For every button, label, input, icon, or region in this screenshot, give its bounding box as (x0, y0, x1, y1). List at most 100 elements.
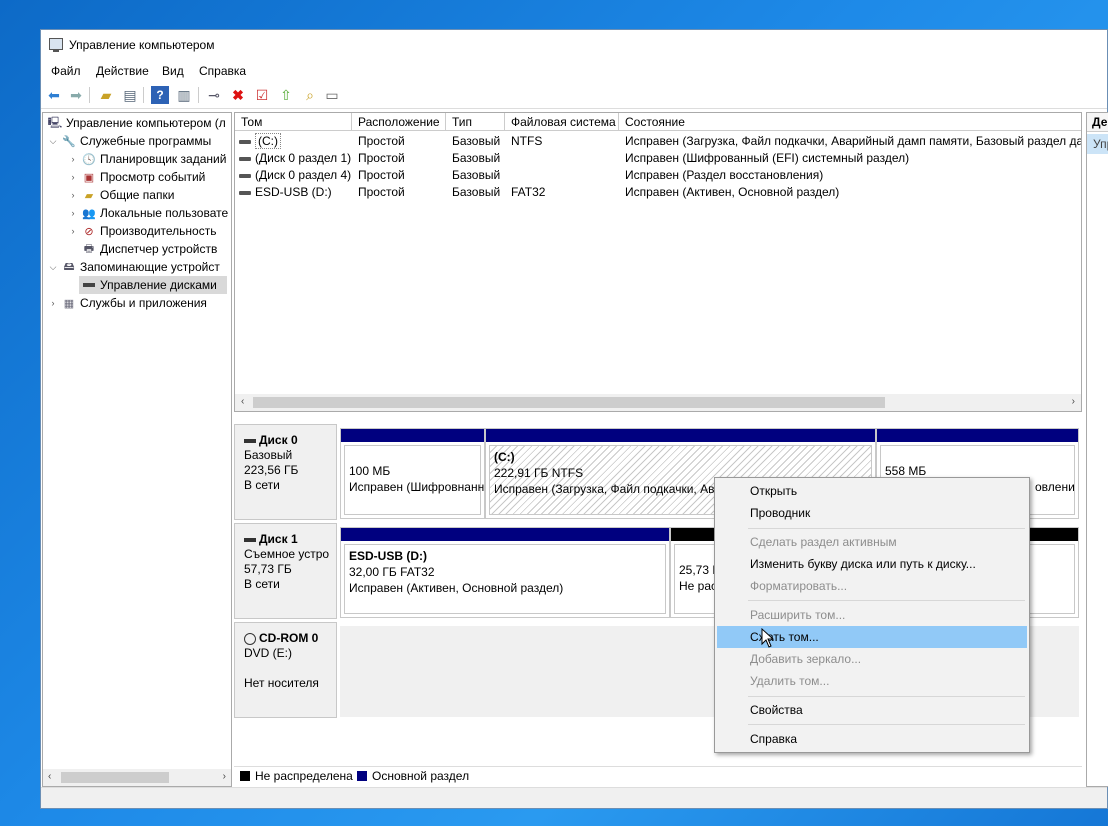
toolbar: ⬅ ➡ ▰ ▤ ? ▥ ⊸ ✖ ☑ ⇧ ⌕ ▭ (41, 81, 1107, 109)
menu-view[interactable]: Вид (162, 64, 184, 78)
list-horizontal-scrollbar[interactable]: ‹ › (235, 394, 1081, 411)
cell-layout: Простой (358, 168, 405, 182)
tree-item-computer-management[interactable]: 🖳 Управление компьютером (л (45, 114, 226, 132)
menu-item-help[interactable]: Справка (717, 728, 1027, 750)
chevron-down-icon[interactable]: ⌵ (47, 262, 59, 273)
table-row[interactable]: ESD-USB (D:) (239, 184, 351, 201)
cd-icon (244, 632, 256, 645)
tree-item-disk-management[interactable]: Управление дисками (79, 276, 227, 294)
chevron-right-icon[interactable]: › (67, 154, 79, 164)
scroll-right-icon[interactable]: › (1072, 396, 1075, 407)
tree-item-local-users[interactable]: › 👥 Локальные пользовате (67, 204, 229, 222)
actions-item[interactable]: Упр (1087, 134, 1108, 154)
tree-item-services-apps[interactable]: › ▦ Службы и приложения (47, 294, 207, 312)
table-row[interactable]: (Диск 0 раздел 4) (239, 167, 351, 184)
cell-status: Исправен (Раздел восстановления) (625, 168, 824, 182)
check-icon[interactable]: ☑ (253, 86, 271, 104)
column-header-status[interactable]: Состояние (619, 113, 1081, 131)
scroll-right-icon[interactable]: › (223, 771, 226, 782)
menu-item-open[interactable]: Открыть (717, 480, 1027, 502)
menu-item-explorer[interactable]: Проводник (717, 502, 1027, 524)
device-icon: 🖶 (83, 242, 95, 255)
chevron-down-icon[interactable]: ⌵ (47, 136, 59, 147)
table-row[interactable]: (Диск 0 раздел 1) (239, 150, 351, 167)
tree-item-system-tools[interactable]: ⌵ 🔧 Служебные программы (47, 132, 212, 150)
disk-0-label[interactable]: Диск 0 Базовый 223,56 ГБ В сети (234, 424, 337, 520)
cell-layout: Простой (358, 134, 405, 148)
help-icon[interactable]: ? (151, 86, 169, 104)
cell-layout: Простой (358, 151, 405, 165)
menu-help[interactable]: Справка (199, 64, 246, 78)
tree-item-performance[interactable]: › ⊘ Производительность (67, 222, 217, 240)
legend-unallocated-label: Не распределена (255, 769, 353, 783)
services-icon: ▦ (63, 297, 75, 310)
cdrom-0-label[interactable]: CD-ROM 0 DVD (E:) Нет носителя (234, 622, 337, 718)
partition-efi[interactable]: 100 МБ Исправен (Шифровнанн (340, 428, 485, 519)
tree-item-label: Управление компьютером (л (66, 116, 226, 130)
partition-esd-usb[interactable]: ESD-USB (D:) 32,00 ГБ FAT32 Исправен (Ак… (340, 527, 670, 618)
disk-type: Базовый (244, 448, 293, 462)
computer-management-icon (49, 38, 63, 52)
chevron-right-icon[interactable]: › (47, 298, 59, 308)
disk-status: В сети (244, 577, 280, 591)
column-header-volume[interactable]: Том (235, 113, 352, 131)
tree-item-storage[interactable]: ⌵ 🖴 Запоминающие устройст (47, 258, 220, 276)
column-header-type[interactable]: Тип (446, 113, 505, 131)
menu-action[interactable]: Действие (96, 64, 149, 78)
drive-icon (239, 139, 251, 144)
disk-icon (81, 278, 97, 292)
show-tree-icon[interactable]: ▤ (121, 86, 139, 104)
partition-body: 100 МБ Исправен (Шифровнанн (344, 445, 484, 515)
menu-item-properties[interactable]: Свойства (717, 699, 1027, 721)
column-header-layout[interactable]: Расположение (352, 113, 446, 131)
scroll-left-icon[interactable]: ‹ (241, 396, 244, 407)
tree-item-label: Управление дисками (100, 278, 217, 292)
back-arrow-icon[interactable]: ⬅ (45, 86, 63, 104)
legend-primary-label: Основной раздел (372, 769, 470, 783)
disk-type: DVD (E:) (244, 646, 292, 660)
legend-primary-swatch (357, 771, 367, 781)
menu-separator (748, 528, 1025, 529)
chevron-right-icon[interactable]: › (67, 208, 79, 218)
action-pane-icon[interactable]: ▥ (175, 86, 193, 104)
chevron-right-icon[interactable]: › (67, 226, 79, 236)
tree-item-task-scheduler[interactable]: › 🕓 Планировщик заданий (67, 150, 227, 168)
chevron-right-icon[interactable]: › (67, 190, 79, 200)
tree-item-label: Просмотр событий (100, 170, 206, 184)
mouse-cursor-icon (761, 628, 775, 648)
properties-icon[interactable]: ▭ (323, 86, 341, 104)
disk-icon (244, 537, 256, 542)
search-folder-icon[interactable]: ⌕ (301, 86, 319, 104)
tree-item-label: Диспетчер устройств (100, 242, 218, 256)
menu-item-add-mirror[interactable]: Добавить зеркало... (717, 648, 1027, 670)
scrollbar-thumb[interactable] (253, 397, 885, 408)
tree-horizontal-scrollbar[interactable]: ‹ › (43, 769, 231, 786)
scrollbar-thumb[interactable] (61, 772, 169, 783)
tree-item-device-manager[interactable]: 🖶 Диспетчер устройств (79, 240, 218, 258)
menu-item-mark-active[interactable]: Сделать раздел активным (717, 531, 1027, 553)
disk-status: Нет носителя (244, 676, 319, 690)
scroll-left-icon[interactable]: ‹ (48, 771, 51, 782)
disk-1-label[interactable]: Диск 1 Съемное устро 57,73 ГБ В сети (234, 523, 337, 619)
up-folder-icon[interactable]: ▰ (97, 86, 115, 104)
table-row[interactable]: (C:) (239, 133, 351, 150)
tree-item-shared-folders[interactable]: › ▰ Общие папки (67, 186, 175, 204)
forward-arrow-icon[interactable]: ➡ (67, 86, 85, 104)
delete-icon[interactable]: ✖ (229, 86, 247, 104)
menu-item-delete[interactable]: Удалить том... (717, 670, 1027, 692)
status-bar (41, 787, 1107, 808)
console-tree: 🖳 Управление компьютером (л ⌵ 🔧 Служебны… (42, 112, 232, 787)
disk-size: 57,73 ГБ (244, 562, 292, 576)
users-icon: 👥 (82, 207, 96, 220)
menu-file[interactable]: Файл (51, 64, 81, 78)
chevron-right-icon[interactable]: › (67, 172, 79, 182)
tree-item-event-viewer[interactable]: › ▣ Просмотр событий (67, 168, 206, 186)
clock-icon: 🕓 (82, 153, 96, 166)
menu-item-change-letter[interactable]: Изменить букву диска или путь к диску... (717, 553, 1027, 575)
connect-icon[interactable]: ⊸ (205, 86, 223, 104)
column-header-filesystem[interactable]: Файловая система (505, 113, 619, 131)
menu-item-format[interactable]: Форматировать... (717, 575, 1027, 597)
up-icon[interactable]: ⇧ (277, 86, 295, 104)
menu-item-extend[interactable]: Расширить том... (717, 604, 1027, 626)
cell-status: Исправен (Активен, Основной раздел) (625, 185, 840, 199)
